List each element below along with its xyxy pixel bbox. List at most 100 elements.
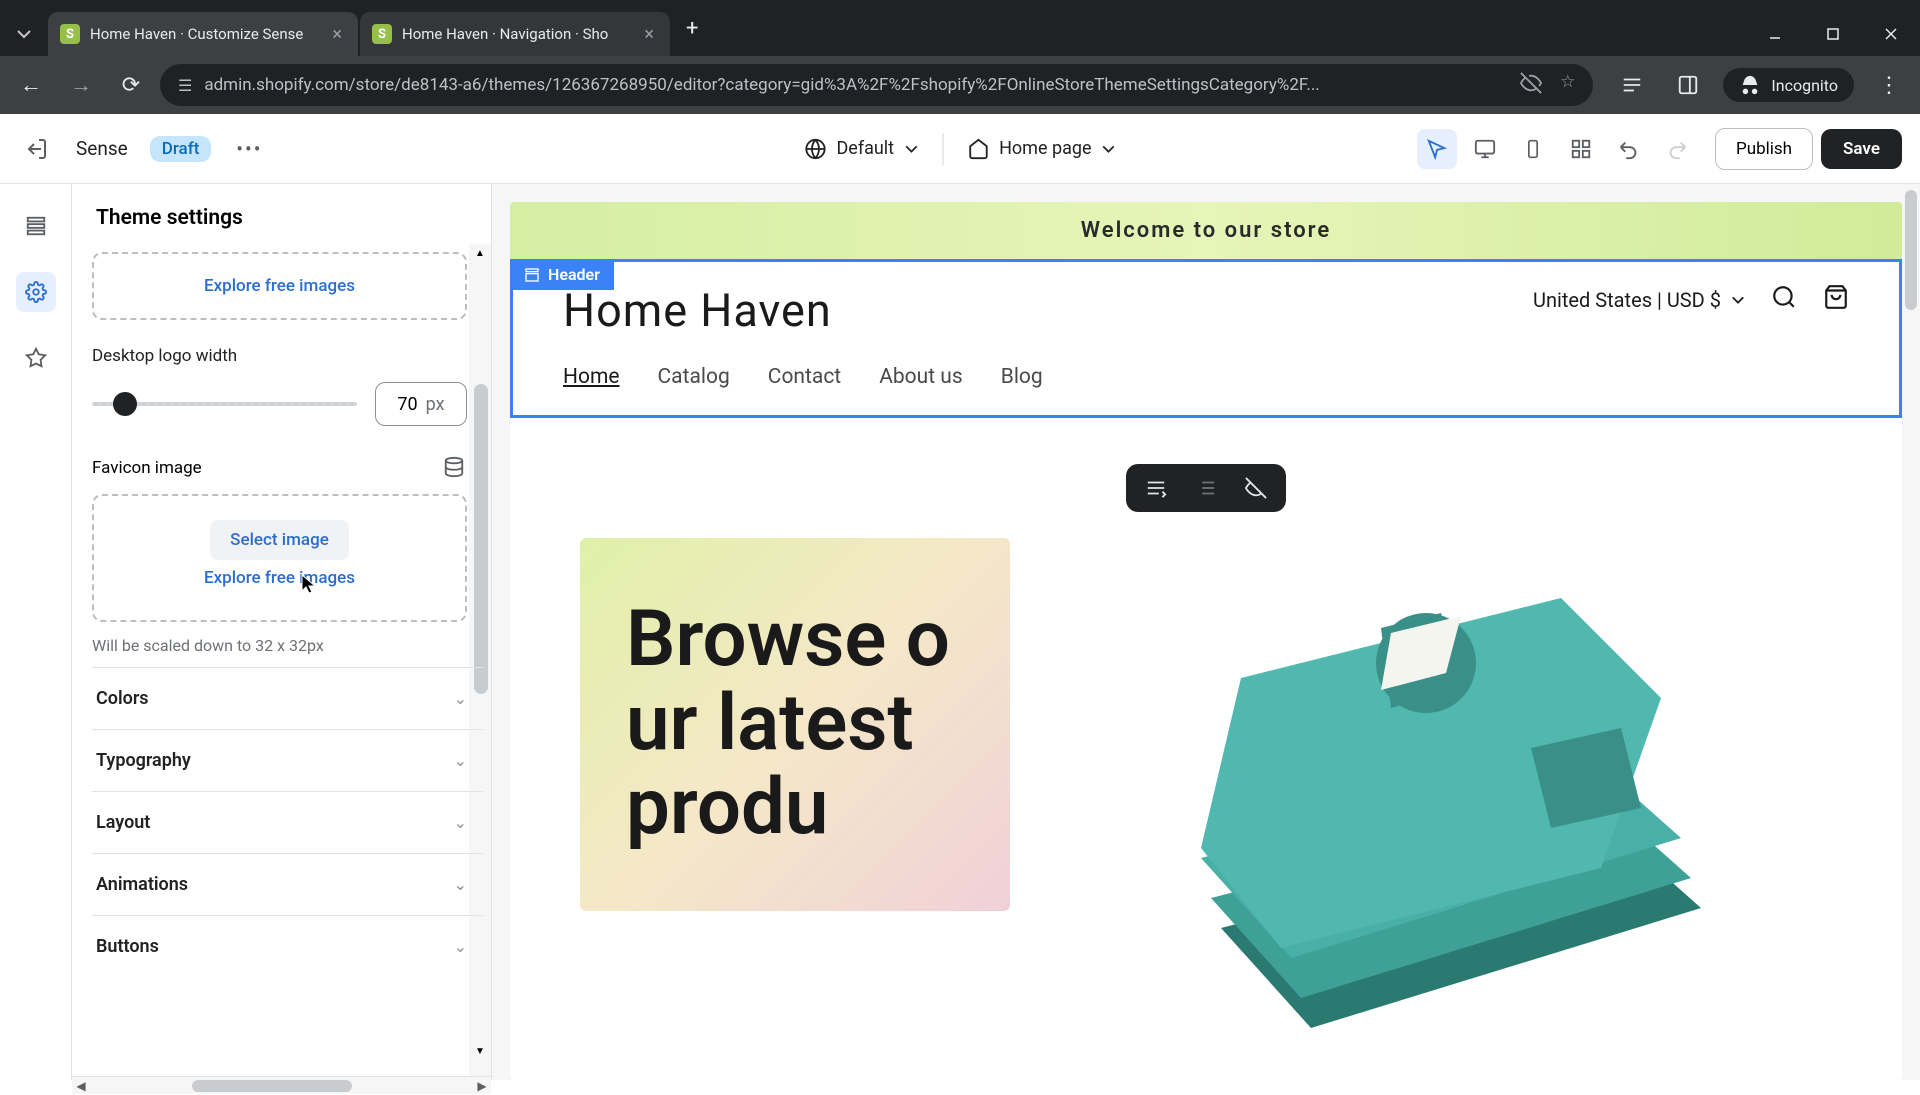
search-icon[interactable] xyxy=(1771,284,1797,315)
bookmark-star-icon[interactable]: ☆ xyxy=(1560,72,1575,99)
close-window-button[interactable] xyxy=(1862,12,1920,56)
slider-thumb[interactable] xyxy=(113,392,137,416)
edit-content-icon[interactable] xyxy=(1142,474,1170,502)
browser-menu-button[interactable]: ⋮ xyxy=(1868,64,1910,106)
chevron-down-icon xyxy=(1102,142,1116,156)
buttons-accordion[interactable]: Buttons ⌄ xyxy=(92,915,483,977)
header-section-tag[interactable]: Header xyxy=(510,259,614,290)
nav-blog[interactable]: Blog xyxy=(1001,365,1043,389)
folded-shirt-illustration xyxy=(1121,568,1771,1068)
settings-list-icon[interactable] xyxy=(1192,474,1220,502)
browser-toolbar: ← → ⟳ ☰ admin.shopify.com/store/de8143-a… xyxy=(0,56,1920,114)
select-image-button[interactable]: Select image xyxy=(210,520,349,560)
chevron-down-icon xyxy=(904,142,918,156)
section-icon xyxy=(524,267,540,283)
desktop-logo-width-label: Desktop logo width xyxy=(92,346,483,366)
shopify-favicon-icon: S xyxy=(60,24,80,44)
sidebar-title: Theme settings xyxy=(72,184,491,248)
header-nav: Home Catalog Contact About us Blog xyxy=(563,365,1849,389)
address-bar[interactable]: ☰ admin.shopify.com/store/de8143-a6/them… xyxy=(160,64,1593,106)
undo-button[interactable] xyxy=(1609,129,1649,169)
chevron-down-icon: ⌄ xyxy=(454,751,467,770)
redo-button xyxy=(1657,129,1697,169)
horizontal-scrollbar-thumb[interactable] xyxy=(192,1080,352,1092)
chevron-down-icon xyxy=(1731,293,1745,307)
publish-button[interactable]: Publish xyxy=(1715,128,1813,170)
side-panel-icon[interactable] xyxy=(1667,64,1709,106)
typography-accordion[interactable]: Typography ⌄ xyxy=(92,729,483,791)
theme-settings-rail-button[interactable] xyxy=(16,272,56,312)
logo-width-input[interactable]: 70 px xyxy=(375,382,467,426)
preview-vertical-scrollbar[interactable] xyxy=(1900,184,1920,1080)
new-tab-button[interactable]: + xyxy=(672,16,712,41)
page-selector[interactable]: Home page xyxy=(961,130,1121,168)
header-section-selected[interactable]: Header Home Haven United States | USD $ … xyxy=(510,259,1902,418)
announcement-bar[interactable]: Welcome to our store xyxy=(510,202,1902,259)
hero-heading: Browse our latest produ xyxy=(626,598,964,851)
favicon-hint: Will be scaled down to 32 x 32px xyxy=(92,636,483,655)
template-selector[interactable]: Default xyxy=(798,130,924,168)
logo-image-dropzone[interactable]: Explore free images xyxy=(92,252,467,320)
inspector-toggle[interactable] xyxy=(1417,129,1457,169)
divider xyxy=(942,133,943,165)
back-button[interactable]: ← xyxy=(10,64,52,106)
app-embeds-rail-button[interactable] xyxy=(16,338,56,378)
settings-sidebar: Theme settings ▲ ▼ Explore free images D… xyxy=(72,184,492,1080)
shopify-favicon-icon: S xyxy=(372,24,392,44)
incognito-indicator[interactable]: Incognito xyxy=(1723,68,1854,102)
sidebar-horizontal-scrollbar[interactable]: ◀ ▶ xyxy=(72,1076,491,1094)
logo-width-slider[interactable] xyxy=(92,402,357,406)
mobile-preview-button[interactable] xyxy=(1513,129,1553,169)
url-text: admin.shopify.com/store/de8143-a6/themes… xyxy=(204,75,1508,95)
theme-name: Sense xyxy=(76,137,128,160)
more-actions-button[interactable]: ••• xyxy=(233,133,265,165)
preview-canvas[interactable]: Welcome to our store Header Home Haven U… xyxy=(510,202,1902,1080)
explore-free-images-link[interactable]: Explore free images xyxy=(108,268,451,304)
reload-button[interactable]: ⟳ xyxy=(110,64,152,106)
tab-search-dropdown[interactable] xyxy=(0,12,48,56)
sections-rail-button[interactable] xyxy=(16,206,56,246)
minimize-button[interactable] xyxy=(1746,12,1804,56)
hero-section[interactable]: Browse our latest produ xyxy=(510,418,1902,1068)
animations-accordion[interactable]: Animations ⌄ xyxy=(92,853,483,915)
explore-free-images-link-2[interactable]: Explore free images xyxy=(108,560,451,596)
colors-accordion[interactable]: Colors ⌄ xyxy=(92,667,483,729)
layout-accordion[interactable]: Layout ⌄ xyxy=(92,791,483,853)
site-info-icon[interactable]: ☰ xyxy=(178,76,192,95)
incognito-icon xyxy=(1739,74,1761,96)
reading-list-icon[interactable] xyxy=(1611,64,1653,106)
close-tab-icon[interactable]: × xyxy=(328,24,346,45)
nav-home[interactable]: Home xyxy=(563,365,620,389)
forward-button[interactable]: → xyxy=(60,64,102,106)
browser-tab-1[interactable]: S Home Haven · Customize Sense × xyxy=(48,12,358,56)
store-title[interactable]: Home Haven xyxy=(563,284,832,337)
preview-pane: Welcome to our store Header Home Haven U… xyxy=(492,184,1920,1080)
locale-selector[interactable]: United States | USD $ xyxy=(1533,288,1745,312)
section-floating-toolbar xyxy=(1126,464,1286,512)
fullscreen-preview-button[interactable] xyxy=(1561,129,1601,169)
browser-tab-2[interactable]: S Home Haven · Navigation · Sho × xyxy=(360,12,670,56)
maximize-button[interactable] xyxy=(1804,12,1862,56)
save-button[interactable]: Save xyxy=(1821,129,1902,169)
chevron-down-icon: ⌄ xyxy=(454,937,467,956)
desktop-preview-button[interactable] xyxy=(1465,129,1505,169)
nav-catalog[interactable]: Catalog xyxy=(658,365,730,389)
close-tab-icon[interactable]: × xyxy=(640,24,658,45)
chevron-down-icon: ⌄ xyxy=(454,689,467,708)
hero-text-card[interactable]: Browse our latest produ xyxy=(580,538,1010,911)
favicon-image-dropzone[interactable]: Select image Explore free images xyxy=(92,494,467,622)
editor-app-bar: Sense Draft ••• Default Home page Publis… xyxy=(0,114,1920,184)
cart-icon[interactable] xyxy=(1823,284,1849,315)
tab-title: Home Haven · Navigation · Sho xyxy=(402,25,608,43)
browser-tab-strip: S Home Haven · Customize Sense × S Home … xyxy=(0,0,1920,56)
favicon-label: Favicon image xyxy=(92,458,202,478)
eye-off-icon[interactable] xyxy=(1520,72,1542,99)
nav-contact[interactable]: Contact xyxy=(768,365,841,389)
exit-editor-button[interactable] xyxy=(18,131,54,167)
preview-scrollbar-thumb[interactable] xyxy=(1905,190,1917,310)
hero-image[interactable] xyxy=(1050,538,1842,1068)
home-icon xyxy=(967,138,989,160)
hide-section-icon[interactable] xyxy=(1242,474,1270,502)
nav-about[interactable]: About us xyxy=(879,365,963,389)
dynamic-source-icon[interactable] xyxy=(443,456,467,480)
